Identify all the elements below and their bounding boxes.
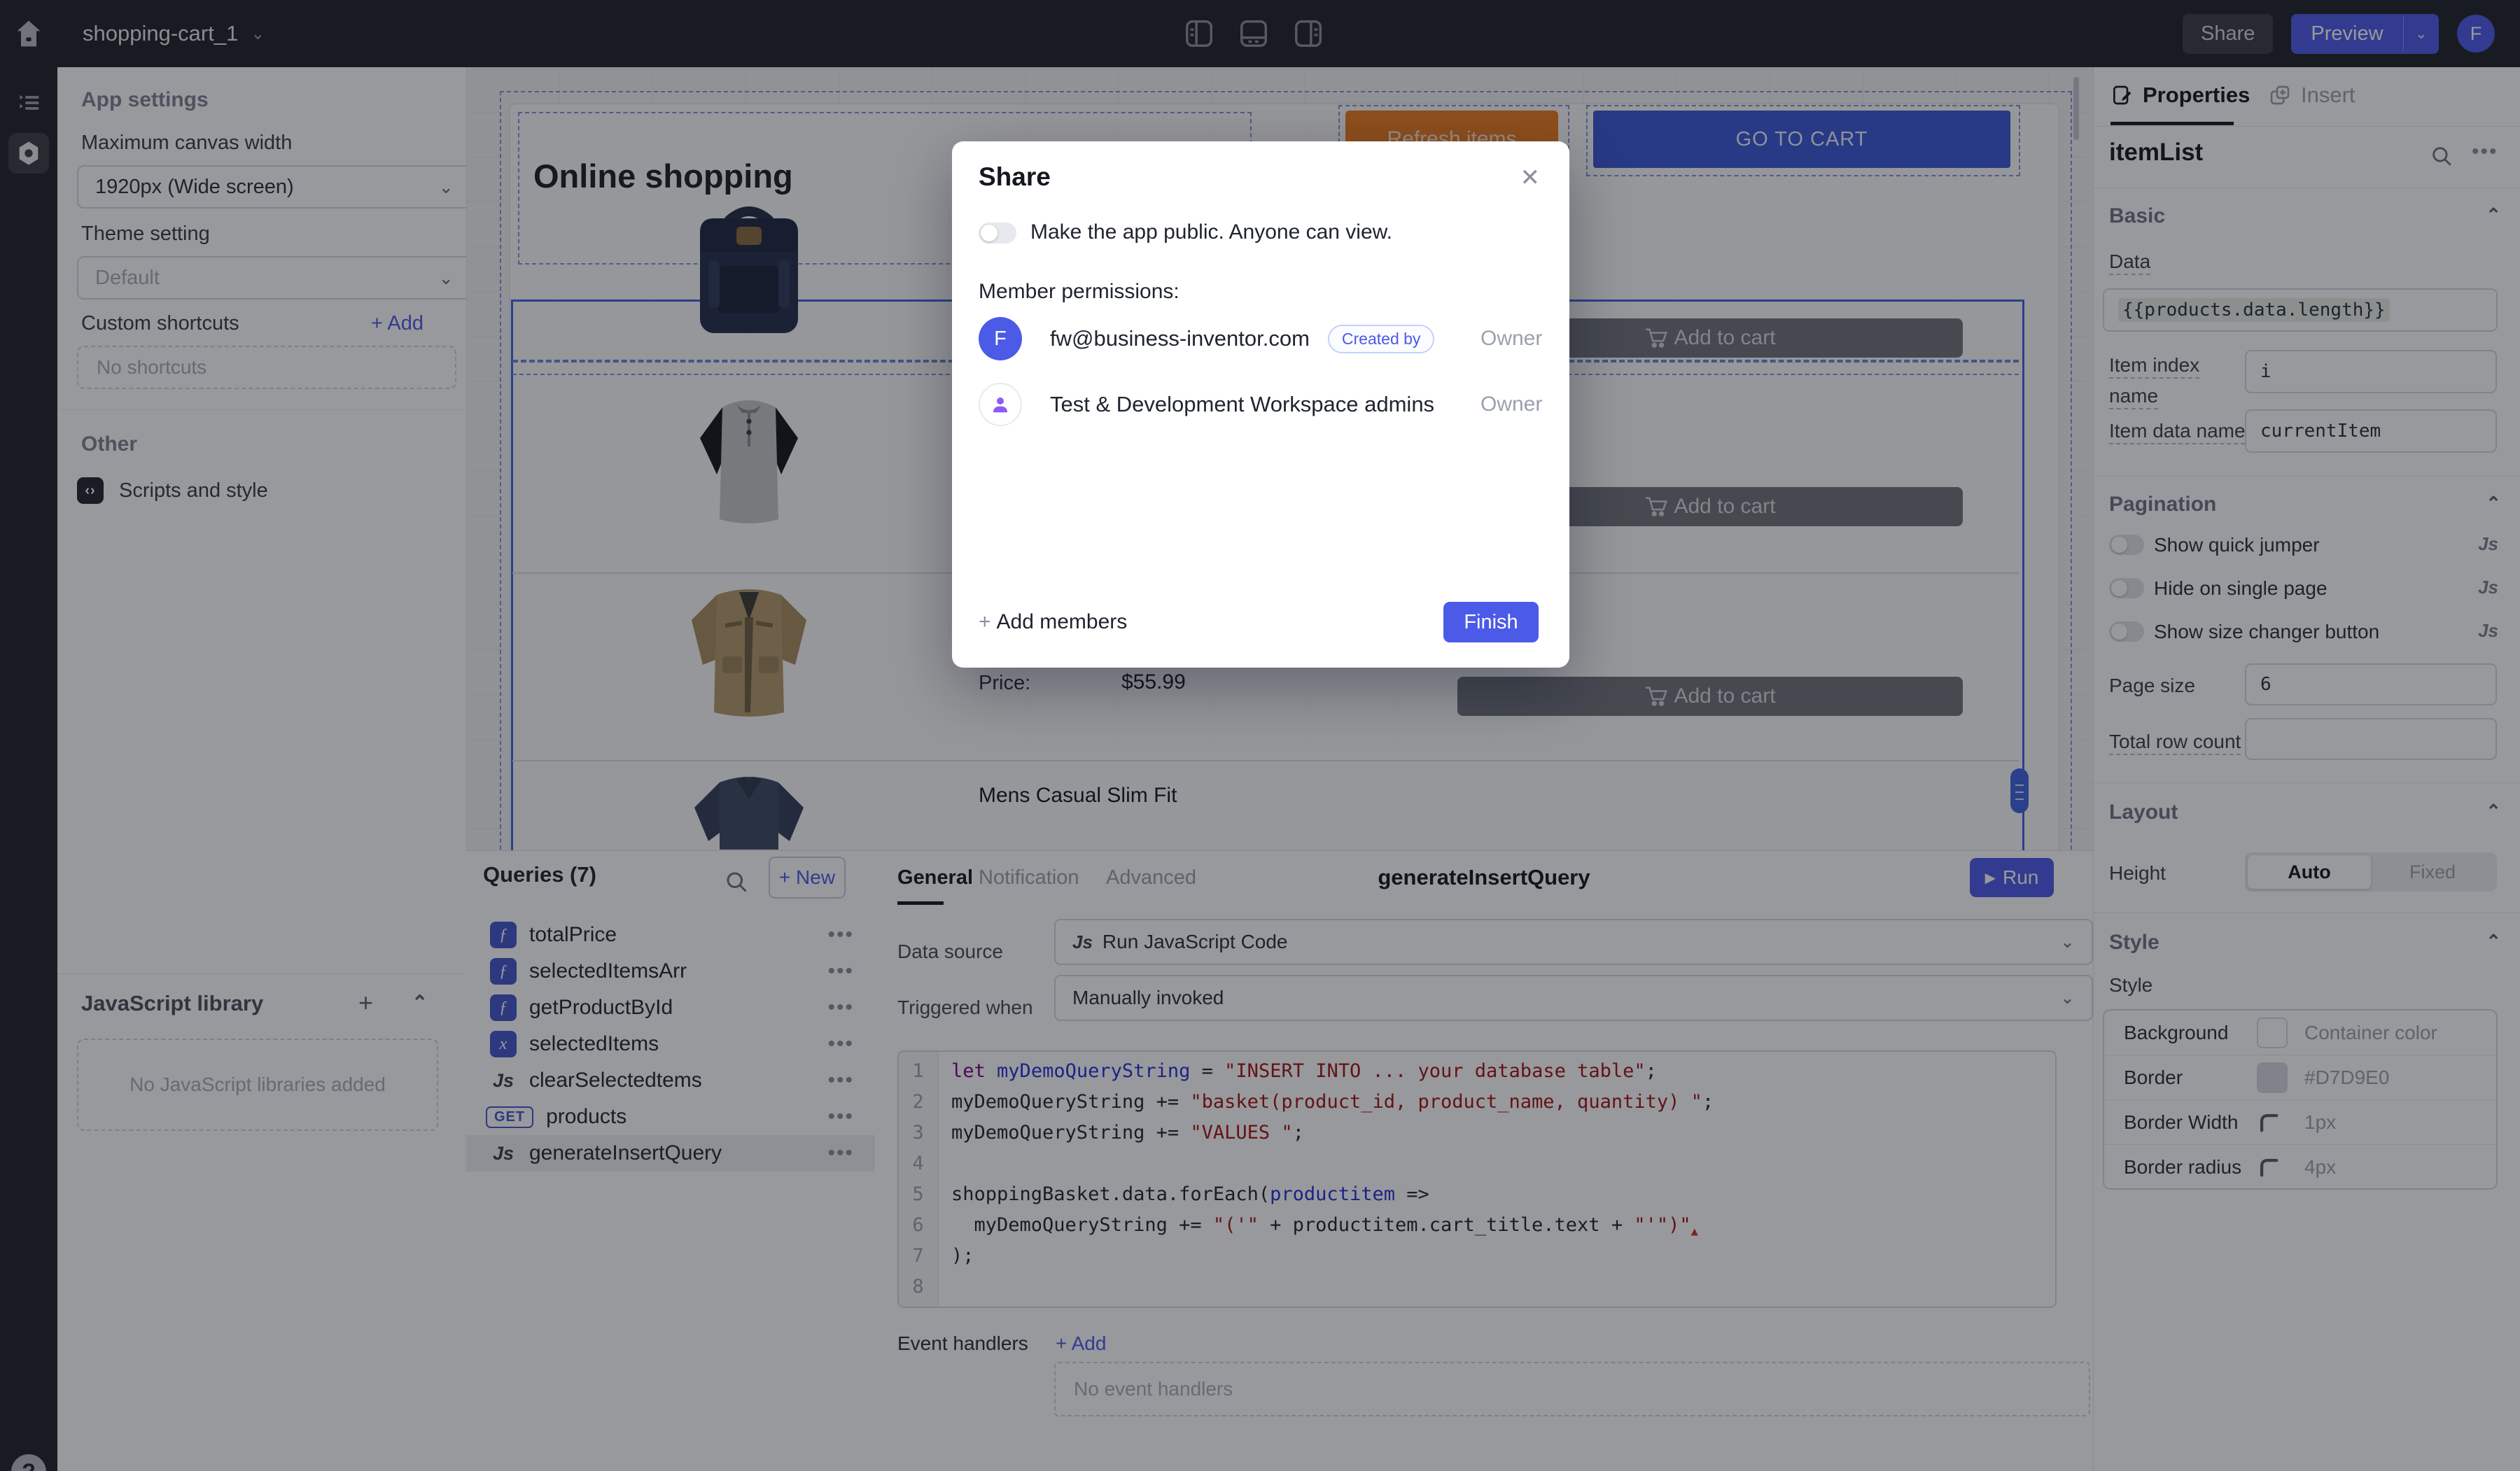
- dialog-title: Share: [979, 162, 1051, 192]
- member-avatar: F: [979, 317, 1022, 360]
- member-name: Test & Development Workspace admins: [1050, 392, 1434, 417]
- add-members-label: Add members: [997, 610, 1128, 633]
- member-permissions-label: Member permissions:: [979, 280, 1180, 304]
- created-by-badge: Created by: [1328, 325, 1435, 353]
- make-public-toggle[interactable]: [979, 223, 1016, 244]
- member-avatar: [979, 383, 1022, 426]
- member-row: Test & Development Workspace admins Owner: [979, 382, 1543, 427]
- plus-icon: +: [979, 610, 991, 633]
- member-name: fw@business-inventor.com: [1050, 326, 1310, 351]
- make-public-label: Make the app public. Anyone can view.: [1030, 220, 1392, 244]
- finish-button[interactable]: Finish: [1443, 602, 1539, 642]
- member-role[interactable]: Owner: [1480, 327, 1542, 351]
- member-role[interactable]: Owner: [1480, 393, 1542, 416]
- close-icon[interactable]: ✕: [1520, 164, 1541, 192]
- add-members-link[interactable]: + Add members: [979, 610, 1127, 634]
- toggle-knob: [981, 225, 997, 241]
- member-row: Ffw@business-inventor.com Created by Owner: [979, 316, 1543, 361]
- share-dialog: Share ✕ Make the app public. Anyone can …: [952, 141, 1569, 668]
- app-root: shopping-cart_1 ⌄ Share Preview ⌄ F: [0, 0, 2520, 1471]
